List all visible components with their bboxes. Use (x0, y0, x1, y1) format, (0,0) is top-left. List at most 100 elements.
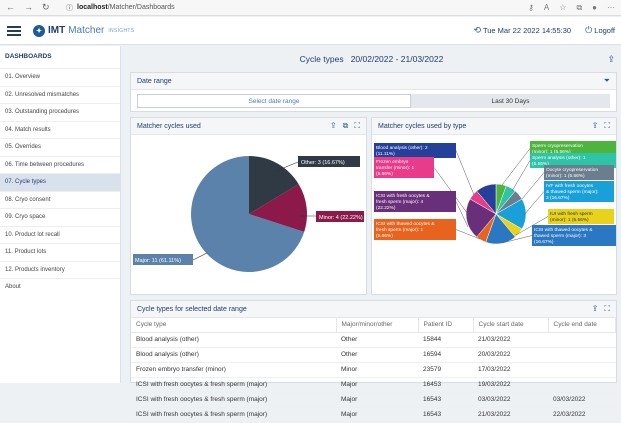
share-icon[interactable]: ⇪ (592, 121, 599, 131)
column-header[interactable]: Patient ID (418, 318, 474, 333)
history-icon: ⟲ (473, 25, 481, 35)
read-aloud-icon[interactable]: A (544, 3, 549, 13)
browser-nav: ← → ↻ (0, 2, 66, 13)
page-date-range: 20/02/2022 - 21/03/2022 (350, 54, 444, 64)
table-cell: 03/03/2022 (548, 392, 616, 408)
table-cell: 19/03/2022 (473, 377, 548, 393)
table-cell: ICSI with fresh oocytes & fresh sperm (m… (131, 407, 336, 423)
datetime-text: Tue Mar 22 2022 14:55:30 (482, 26, 572, 35)
label-line: Oocyte cryopreservation (546, 167, 598, 173)
chart2-title: Matcher cycles used by type (378, 122, 467, 130)
url-host: localhost (77, 4, 108, 11)
table-row[interactable]: ICSI with fresh oocytes & fresh sperm (m… (131, 392, 616, 408)
reload-icon[interactable]: ↻ (42, 2, 50, 13)
filter-icon[interactable]: ⏷ (604, 76, 610, 86)
table-row[interactable]: ICSI with fresh oocytes & fresh sperm (m… (131, 407, 616, 423)
menu-icon[interactable] (7, 25, 21, 36)
table-cell: 16543 (418, 407, 473, 423)
sidebar: DASHBOARDS 01. Overview 02. Unresolved mi… (0, 46, 121, 383)
label-line: Blood analysis (other): 2 (376, 145, 428, 151)
table-row[interactable]: Blood analysis (other) Other 16594 20/03/20… (131, 347, 616, 363)
table-row[interactable]: ICSI with fresh oocytes & fresh sperm (m… (131, 377, 616, 393)
logoff-button[interactable]: ⏻ Logoff (585, 25, 615, 36)
sidebar-item[interactable]: 05. Overrides (0, 138, 120, 156)
label-line: (11.11%) (376, 151, 395, 157)
table-row[interactable]: Blood analysis (other) Other 15844 21/03/20… (131, 332, 616, 348)
column-header[interactable]: Major/minor/other (336, 318, 419, 333)
table-title: Cycle types for selected date range (137, 305, 247, 313)
sidebar-item[interactable]: 09. Cryo space (0, 208, 120, 226)
more-icon[interactable]: ··· (607, 3, 615, 13)
label-line: (16.67%) (534, 239, 554, 245)
table-row[interactable]: Frozen embryo transfer (minor) Minor 23579… (131, 362, 616, 378)
browser-tools: ⚷ A ☆ ⧉ ● ··· (528, 3, 621, 13)
select-date-range-button[interactable]: Select date range (137, 94, 411, 108)
sidebar-item[interactable]: 03. Outstanding procedures (0, 103, 120, 121)
table-cell: 16453 (418, 377, 473, 393)
label-line: transfer (minor): 1 (376, 165, 414, 171)
label-line: Sperm cryopreservation (532, 143, 583, 149)
table-cell: 23579 (418, 362, 473, 378)
label-line: & thawed sperm (major): (546, 189, 599, 195)
label-line: (5.56%) (376, 233, 393, 239)
favorite-icon[interactable]: ☆ (559, 3, 566, 13)
share-icon[interactable]: ⇪ (330, 121, 337, 131)
page-title-text: Cycle types (299, 54, 344, 64)
table-cell (548, 332, 616, 348)
collections-icon[interactable]: ⧉ (576, 3, 582, 13)
sidebar-item[interactable]: About (0, 278, 120, 296)
column-header[interactable]: Cycle type (131, 318, 337, 333)
main-content: Cycle types 20/02/2022 - 21/03/2022 ⇪ Da… (122, 46, 621, 423)
sidebar-item[interactable]: 08. Cryo consent (0, 190, 120, 209)
share-icon[interactable]: ⇪ (607, 54, 615, 65)
address-bar[interactable]: ⓘ localhost/Matcher/Dashboards (66, 3, 528, 13)
label-leader-line (511, 160, 531, 192)
forward-icon[interactable]: → (24, 2, 33, 13)
label-line: (5.56%) (376, 171, 393, 177)
expand-icon[interactable]: ⛶ (354, 121, 360, 131)
label-leader-line (455, 150, 475, 196)
sidebar-item[interactable]: 10. Product lot recall (0, 225, 120, 244)
table-cell (548, 362, 616, 378)
table-cell: Major (336, 377, 418, 393)
logo: ✦ IMT Matcher INSIGHTS (33, 24, 134, 37)
app-header: ✦ IMT Matcher INSIGHTS ⟲ Tue Mar 22 2022… (0, 17, 621, 45)
expand-icon[interactable]: ⛶ (604, 304, 610, 314)
product-name: Matcher (68, 25, 105, 36)
label-major: Major: 11 (61.11%) (135, 258, 181, 264)
pie-chart-by-type: Blood analysis (other): 2 (11.11%) Frozen … (374, 141, 616, 246)
info-icon: ⓘ (66, 4, 73, 12)
copy-icon[interactable]: ⧉ (343, 121, 349, 131)
expand-icon[interactable]: ⛶ (604, 121, 610, 131)
share-icon[interactable]: ⇪ (592, 304, 599, 314)
brand-name: IMT (48, 25, 66, 36)
sidebar-item[interactable]: 07. Cycle types (0, 173, 120, 191)
label-other: Other: 3 (16.67%) (301, 160, 345, 166)
date-range-title: Date range (137, 77, 172, 85)
table-cell: Major (336, 392, 418, 408)
label-line: IUI with fresh sperm (550, 211, 593, 217)
sidebar-item[interactable]: 06. Time between procedures (0, 155, 120, 174)
table-cell: ICSI with fresh oocytes & fresh sperm (m… (131, 377, 336, 393)
label-line: (22.22%) (376, 205, 396, 211)
table-cell: Blood analysis (other) (131, 332, 336, 348)
back-icon[interactable]: ← (6, 2, 15, 13)
sidebar-item[interactable]: 12. Products inventory (0, 260, 120, 279)
table-cell: Frozen embryo transfer (minor) (131, 362, 336, 378)
table-cell: Blood analysis (other) (131, 347, 336, 363)
key-icon[interactable]: ⚷ (528, 3, 534, 13)
last-30-days-button[interactable]: Last 30 Days (411, 94, 610, 108)
sidebar-item[interactable]: 02. Unresolved mismatches (0, 85, 120, 104)
label-leader-line (501, 148, 531, 186)
label-minor: Minor: 4 (22.22%) (319, 215, 363, 221)
column-header[interactable]: Cycle start date (473, 318, 549, 333)
sidebar-item[interactable]: 11. Product lots (0, 243, 120, 261)
date-range-header: Date range ⏷ (131, 73, 616, 90)
profile-icon[interactable]: ● (592, 3, 597, 13)
chart2-header: Matcher cycles used by type ⇪ ⛶ (372, 118, 616, 135)
table-cell (548, 377, 616, 393)
column-header[interactable]: Cycle end date (548, 318, 616, 333)
sidebar-item[interactable]: 01. Overview (0, 68, 120, 86)
sidebar-item[interactable]: 04. Match results (0, 120, 120, 139)
table-cell: 17/03/2022 (473, 362, 548, 378)
